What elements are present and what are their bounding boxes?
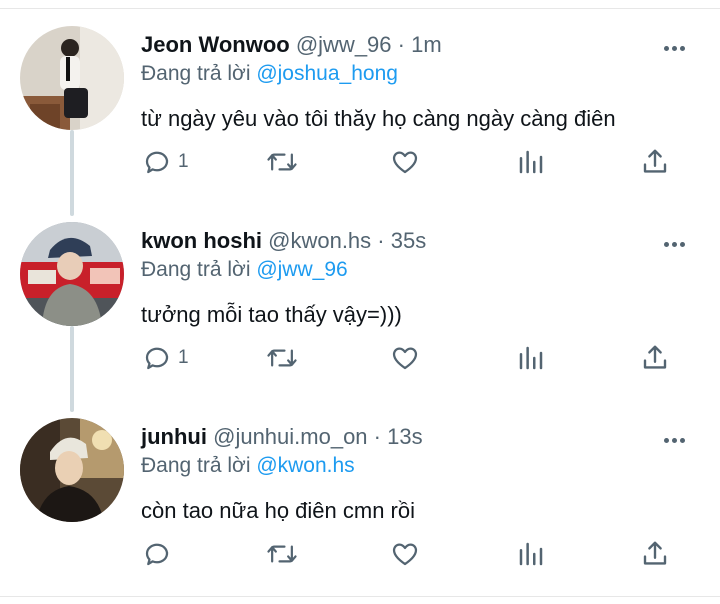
- more-icon[interactable]: [664, 432, 694, 448]
- retweet-icon: [267, 545, 297, 563]
- timestamp[interactable]: 1m: [411, 32, 442, 57]
- timestamp[interactable]: 13s: [387, 424, 422, 449]
- replying-to: Đang trả lời @jww_96: [141, 258, 348, 282]
- share-icon: [643, 541, 667, 565]
- tweet-header: junhui @junhui.mo_on · 13s: [141, 424, 423, 450]
- reply-button[interactable]: 1: [142, 338, 189, 378]
- reply-icon: [145, 347, 169, 370]
- avatar[interactable]: [20, 418, 124, 522]
- tweet-text: còn tao nữa họ điên cmn rồi: [141, 498, 416, 523]
- reply-button[interactable]: [142, 534, 178, 574]
- display-name[interactable]: Jeon Wonwoo: [141, 32, 290, 57]
- like-icon: [392, 543, 418, 566]
- retweet-button[interactable]: [266, 534, 298, 574]
- reply-icon: [145, 151, 169, 174]
- analytics-icon: [519, 150, 543, 174]
- user-handle[interactable]: @kwon.hs: [268, 228, 371, 253]
- tweet-header: Jeon Wonwoo @jww_96 · 1m: [141, 32, 442, 58]
- share-icon: [643, 149, 667, 173]
- replying-to: Đang trả lời @joshua_hong: [141, 62, 398, 86]
- retweet-button[interactable]: [266, 142, 298, 182]
- tweet-header: kwon hoshi @kwon.hs · 35s: [141, 228, 426, 254]
- mention-link[interactable]: @jww_96: [256, 258, 347, 281]
- retweet-icon: [267, 153, 297, 171]
- like-button[interactable]: [390, 338, 420, 378]
- share-button[interactable]: [640, 534, 670, 574]
- like-icon: [392, 347, 418, 370]
- replying-to-label: Đang trả lời: [141, 258, 251, 281]
- analytics-button[interactable]: [516, 142, 546, 182]
- action-bar: [0, 534, 720, 574]
- analytics-button[interactable]: [516, 534, 546, 574]
- separator: ·: [397, 32, 405, 57]
- replying-to: Đang trả lời @kwon.hs: [141, 454, 355, 478]
- share-button[interactable]: [640, 338, 670, 378]
- mention-link[interactable]: @kwon.hs: [256, 454, 354, 477]
- retweet-button[interactable]: [266, 338, 298, 378]
- like-icon: [392, 151, 418, 174]
- avatar[interactable]: [20, 222, 124, 326]
- avatar[interactable]: [20, 26, 124, 130]
- analytics-icon: [519, 542, 543, 566]
- like-button[interactable]: [390, 142, 420, 182]
- separator: ·: [373, 424, 381, 449]
- separator: ·: [377, 228, 385, 253]
- analytics-button[interactable]: [516, 338, 546, 378]
- analytics-icon: [519, 346, 543, 370]
- more-icon[interactable]: [664, 40, 694, 56]
- tweet-text: tưởng mỗi tao thấy vậy=))): [141, 302, 402, 327]
- display-name[interactable]: kwon hoshi: [141, 228, 262, 253]
- reply-button[interactable]: 1: [142, 142, 189, 182]
- replying-to-label: Đang trả lời: [141, 62, 251, 85]
- share-icon: [643, 345, 667, 369]
- more-icon[interactable]: [664, 236, 694, 252]
- tweet[interactable]: Jeon Wonwoo @jww_96 · 1m Đang trả lời @j…: [0, 8, 720, 204]
- bottom-divider: [0, 596, 720, 597]
- reply-count: 1: [178, 347, 189, 368]
- share-button[interactable]: [640, 142, 670, 182]
- tweet[interactable]: kwon hoshi @kwon.hs · 35s Đang trả lời @…: [0, 204, 720, 400]
- action-bar: 1: [0, 338, 720, 378]
- like-button[interactable]: [390, 534, 420, 574]
- user-handle[interactable]: @junhui.mo_on: [213, 424, 367, 449]
- retweet-icon: [267, 349, 297, 367]
- user-handle[interactable]: @jww_96: [296, 32, 392, 57]
- mention-link[interactable]: @joshua_hong: [256, 62, 398, 85]
- action-bar: 1: [0, 142, 720, 182]
- timestamp[interactable]: 35s: [391, 228, 426, 253]
- display-name[interactable]: junhui: [141, 424, 207, 449]
- tweet-text: từ ngày yêu vào tôi thăy họ càng ngày cà…: [141, 106, 616, 131]
- tweet[interactable]: junhui @junhui.mo_on · 13s Đang trả lời …: [0, 400, 720, 596]
- reply-icon: [145, 543, 169, 566]
- replying-to-label: Đang trả lời: [141, 454, 251, 477]
- reply-count: 1: [178, 151, 189, 172]
